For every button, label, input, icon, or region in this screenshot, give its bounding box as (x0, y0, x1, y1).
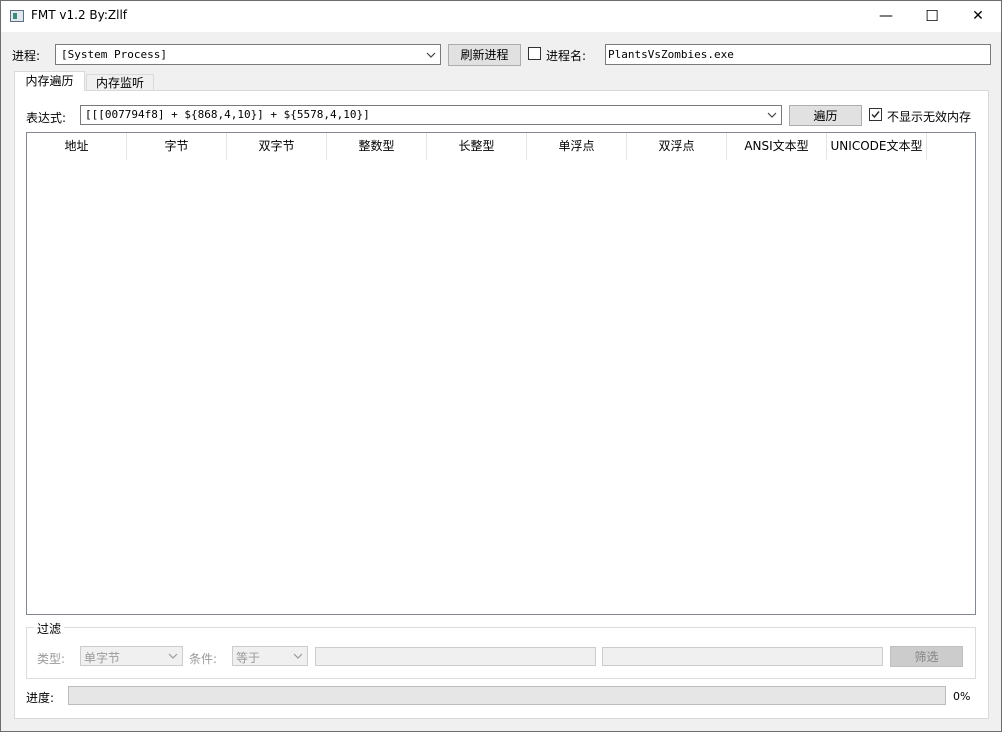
filter-value2-input[interactable] (602, 647, 883, 666)
column-header-float[interactable]: 单浮点 (527, 133, 627, 160)
main-window: FMT v1.2 By:Zllf — ☐ ✕ 进程: [System Proce… (0, 0, 1002, 732)
filter-condition-value: 等于 (236, 651, 261, 665)
expression-label: 表达式: (26, 111, 67, 125)
chevron-down-icon[interactable] (765, 106, 779, 124)
checkmark-icon (871, 111, 880, 119)
filter-value1-input[interactable] (315, 647, 596, 666)
progress-label: 进度: (26, 691, 55, 705)
filter-button[interactable]: 筛选 (890, 646, 963, 667)
column-header-byte[interactable]: 字节 (127, 133, 227, 160)
chevron-down-icon (424, 45, 438, 64)
window-title: FMT v1.2 By:Zllf (31, 8, 128, 22)
process-name-label: 进程名: (546, 49, 587, 63)
process-name-input[interactable]: PlantsVsZombies.exe (605, 44, 991, 65)
filter-type-label: 类型: (37, 652, 66, 666)
close-button[interactable]: ✕ (955, 1, 1001, 32)
process-name-checkbox[interactable] (528, 47, 541, 60)
column-header-int[interactable]: 整数型 (327, 133, 427, 160)
expression-value: [[[007794f8] + ${868,4,10}] + ${5578,4,1… (85, 108, 370, 121)
tab-memory-monitor[interactable]: 内存监听 (86, 74, 154, 91)
column-header-ansi-text[interactable]: ANSI文本型 (727, 133, 827, 160)
maximize-button[interactable]: ☐ (909, 1, 955, 32)
process-label: 进程: (12, 49, 41, 63)
filter-type-value: 单字节 (84, 651, 121, 665)
memory-results-table[interactable]: 地址 字节 双字节 整数型 长整型 单浮点 双浮点 ANSI文本型 UNICOD… (26, 132, 976, 615)
column-header-long[interactable]: 长整型 (427, 133, 527, 160)
filter-group-title: 过滤 (34, 620, 65, 637)
minimize-button[interactable]: — (863, 1, 909, 32)
hide-invalid-checkbox[interactable] (869, 108, 882, 121)
title-bar[interactable]: FMT v1.2 By:Zllf — ☐ ✕ (1, 1, 1001, 32)
process-select[interactable]: [System Process] (55, 44, 441, 65)
progress-bar (68, 686, 946, 705)
chevron-down-icon (291, 647, 305, 665)
progress-percent: 0% (953, 690, 971, 703)
column-header-address[interactable]: 地址 (27, 133, 127, 160)
table-header: 地址 字节 双字节 整数型 长整型 单浮点 双浮点 ANSI文本型 UNICOD… (27, 133, 927, 160)
hide-invalid-label: 不显示无效内存 (887, 110, 972, 124)
process-name-value: PlantsVsZombies.exe (608, 48, 734, 61)
chevron-down-icon (166, 647, 180, 665)
refresh-process-button[interactable]: 刷新进程 (448, 44, 521, 66)
app-icon (10, 10, 24, 22)
traverse-button[interactable]: 遍历 (789, 105, 862, 126)
filter-type-select[interactable]: 单字节 (80, 646, 183, 666)
column-header-unicode-text[interactable]: UNICODE文本型 (827, 133, 927, 160)
tab-memory-traverse[interactable]: 内存遍历 (14, 71, 85, 91)
column-header-word[interactable]: 双字节 (227, 133, 327, 160)
process-select-value: [System Process] (61, 48, 167, 61)
filter-condition-label: 条件: (189, 652, 218, 666)
filter-condition-select[interactable]: 等于 (232, 646, 308, 666)
expression-input[interactable]: [[[007794f8] + ${868,4,10}] + ${5578,4,1… (80, 105, 782, 125)
column-header-double[interactable]: 双浮点 (627, 133, 727, 160)
